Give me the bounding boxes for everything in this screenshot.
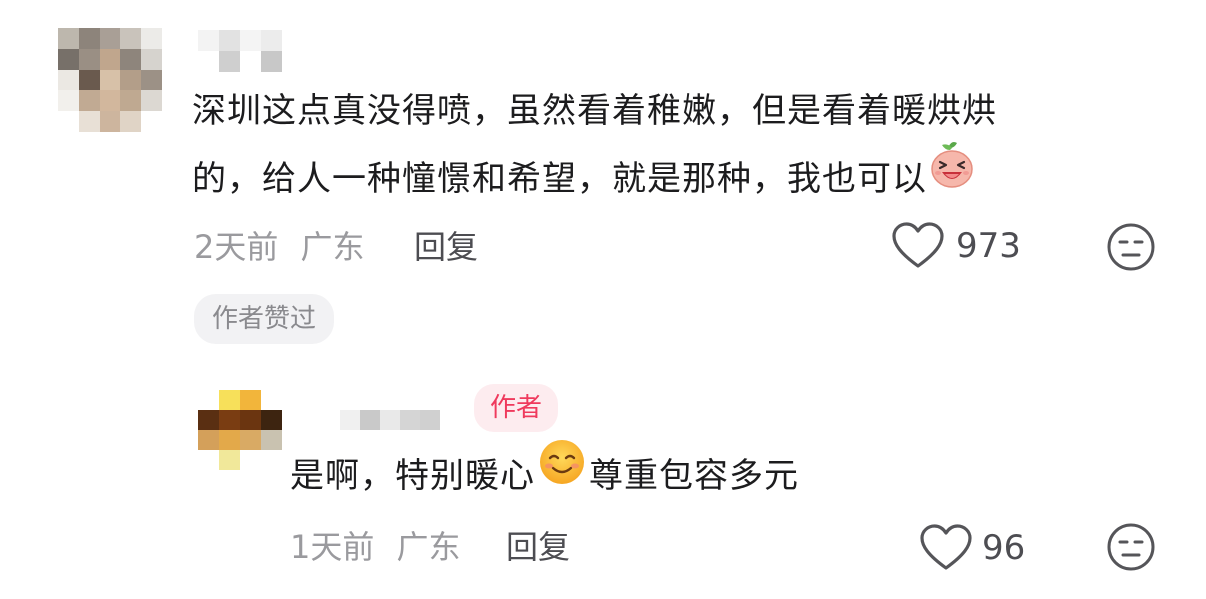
reply-meta: 1天前 广东 <box>290 522 461 568</box>
reply-dislike-button[interactable] <box>1106 522 1156 572</box>
reply-avatar[interactable] <box>198 390 282 470</box>
dislike-button[interactable] <box>1106 222 1156 272</box>
comment-meta: 2天前 广东 <box>194 222 365 268</box>
heart-icon <box>920 524 972 570</box>
laughing-peach-icon <box>927 140 977 213</box>
like-button[interactable] <box>890 220 946 272</box>
reply-reply-button[interactable]: 回复 <box>506 522 570 568</box>
comment-text: 深圳这点真没得喷，虽然看着稚嫩，但是看着暖烘烘 的，给人一种憧憬和希望，就是那种… <box>192 77 1172 213</box>
comment-location: 广东 <box>300 228 365 266</box>
unamused-face-icon <box>1107 223 1155 271</box>
reply-text: 是啊，特别暖心 尊重包容多元 <box>290 440 799 510</box>
comment-time: 2天前 <box>194 228 279 266</box>
comment-text-line: 的，给人一种憧憬和希望，就是那种，我也可以 <box>192 142 1172 213</box>
like-count: 973 <box>956 226 1021 266</box>
reply-time: 1天前 <box>290 528 375 566</box>
reply-text-segment: 是啊，特别暖心 <box>290 456 535 496</box>
reply-location: 广东 <box>396 528 461 566</box>
heart-icon <box>892 222 944 268</box>
unamused-face-icon <box>1107 523 1155 571</box>
reply-like-count: 96 <box>982 528 1026 568</box>
username[interactable] <box>198 30 282 72</box>
smiling-face-icon <box>537 437 587 510</box>
comment-text-segment: 的，给人一种憧憬和希望，就是那种，我也可以 <box>192 159 927 199</box>
author-badge: 作者 <box>474 384 559 432</box>
avatar[interactable] <box>58 28 162 132</box>
reply-like-button[interactable] <box>918 522 974 574</box>
comment-text-line: 深圳这点真没得喷，虽然看着稚嫩，但是看着暖烘烘 <box>192 91 997 131</box>
reply-username[interactable] <box>340 410 440 430</box>
author-liked-badge: 作者赞过 <box>194 294 335 344</box>
reply-button[interactable]: 回复 <box>414 222 478 268</box>
reply-text-segment: 尊重包容多元 <box>589 456 799 496</box>
